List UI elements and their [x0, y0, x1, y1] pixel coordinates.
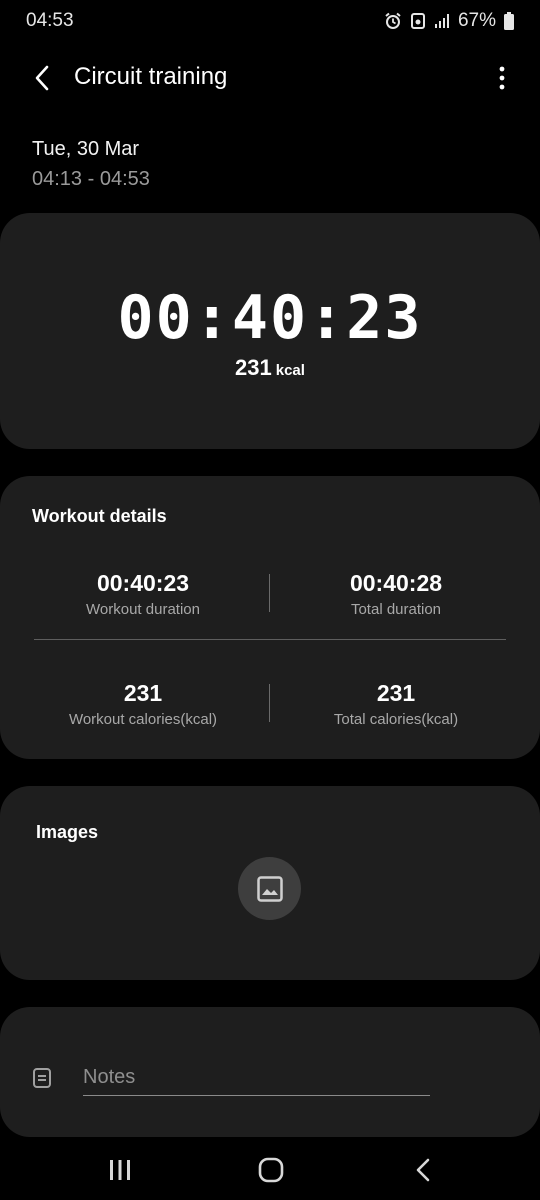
notes-input[interactable]	[83, 1059, 430, 1096]
summary-card: 00:40:23 231 kcal	[0, 213, 540, 449]
stat-value: 231	[376, 680, 416, 706]
sync-icon	[410, 12, 426, 30]
stat-total-calories: 231 Total calories(kcal)	[281, 680, 511, 728]
home-icon	[258, 1157, 284, 1183]
stat-workout-calories: 231 Workout calories(kcal)	[28, 680, 258, 728]
add-image-icon	[256, 875, 283, 902]
nav-back-button[interactable]	[403, 1156, 443, 1184]
calories-display: 231 kcal	[0, 355, 540, 381]
stat-value: 231	[123, 680, 163, 706]
images-title: Images	[36, 822, 99, 842]
recents-button[interactable]	[100, 1156, 140, 1184]
more-options-button[interactable]	[490, 62, 514, 94]
workout-details-title: Workout details	[32, 506, 167, 526]
session-date: Tue, 30 Mar	[32, 138, 140, 160]
stat-label: Total duration	[350, 601, 442, 618]
back-nav-icon	[416, 1158, 430, 1182]
stat-workout-duration: 00:40:23 Workout duration	[28, 570, 258, 618]
stat-divider	[269, 574, 270, 612]
notes-card	[0, 1007, 540, 1137]
stat-label: Workout duration	[86, 601, 200, 618]
recents-icon	[110, 1160, 130, 1180]
stat-label: Workout calories(kcal)	[68, 711, 218, 728]
stat-total-duration: 00:40:28 Total duration	[281, 570, 511, 618]
workout-details-card: Workout details 00:40:23 Workout duratio…	[0, 476, 540, 759]
session-time-range: 04:13 - 04:53	[32, 168, 150, 190]
stat-value: 00:40:28	[349, 570, 443, 596]
stat-value: 00:40:23	[96, 570, 190, 596]
workout-summary-screen: 04:53 67% Circuit training Tue, 30 Mar 0…	[0, 0, 540, 1200]
back-button[interactable]	[26, 62, 58, 94]
add-image-button[interactable]	[238, 857, 301, 920]
alarm-icon	[384, 12, 402, 30]
back-icon	[35, 65, 49, 91]
status-icons: 67%	[384, 10, 514, 32]
more-vert-icon	[499, 66, 505, 90]
battery-icon	[504, 12, 514, 30]
home-button[interactable]	[251, 1156, 291, 1184]
system-nav-bar	[0, 1140, 540, 1200]
stat-label: Total calories(kcal)	[333, 711, 459, 728]
duration-display: 00:40:23	[117, 283, 423, 353]
signal-icon	[434, 13, 450, 29]
row-divider	[34, 639, 506, 640]
status-bar: 04:53 67%	[0, 0, 540, 42]
calories-value: 231	[235, 355, 272, 380]
status-time: 04:53	[26, 10, 74, 31]
page-title: Circuit training	[74, 63, 228, 90]
stat-divider	[269, 684, 270, 722]
notes-icon	[32, 1067, 52, 1094]
battery-text: 67%	[457, 10, 496, 31]
calories-unit: kcal	[275, 362, 305, 379]
images-card: Images	[0, 786, 540, 980]
app-bar: Circuit training	[0, 50, 540, 106]
